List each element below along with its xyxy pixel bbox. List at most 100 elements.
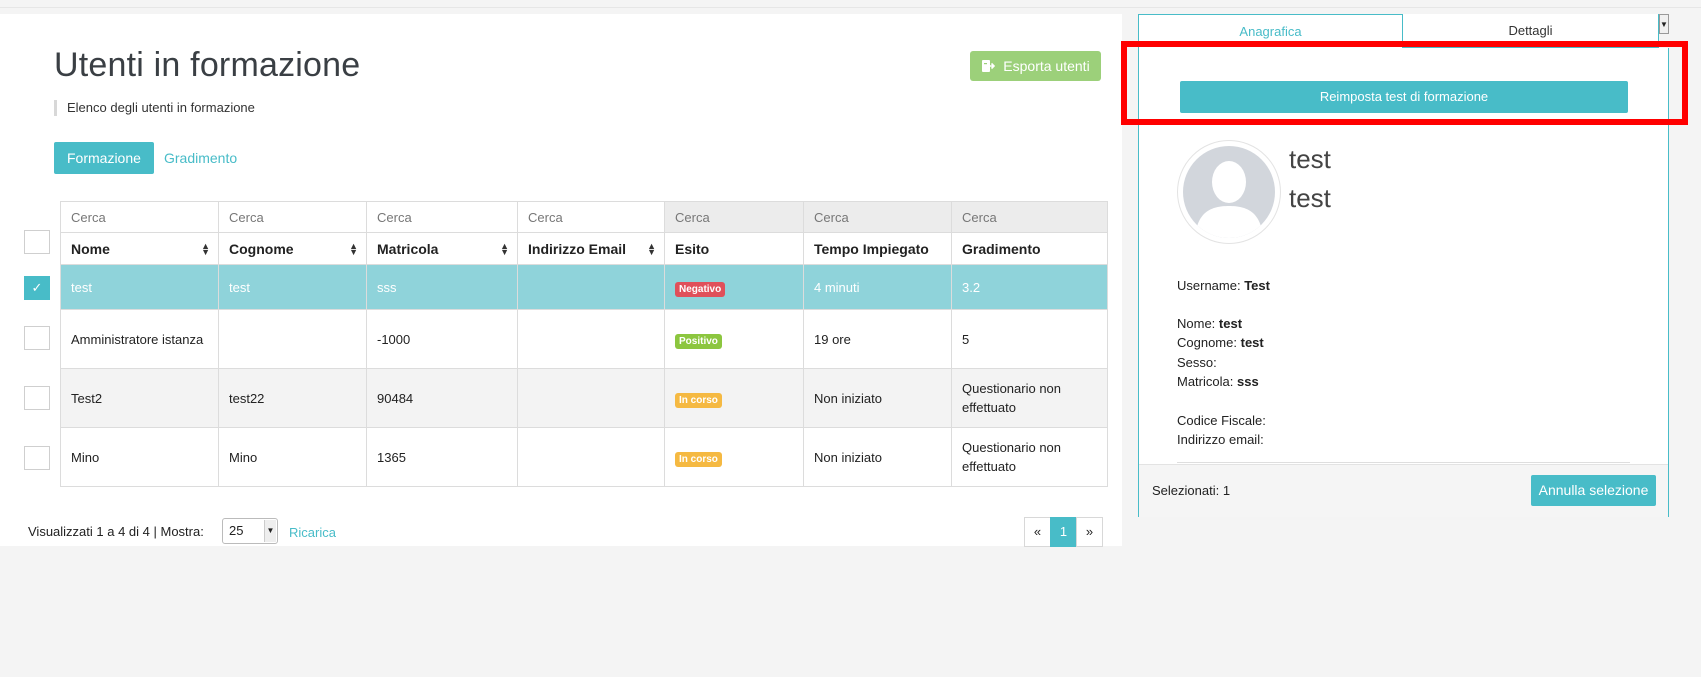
cell-tempo: 4 minuti bbox=[803, 264, 952, 310]
field-value: sss bbox=[1236, 374, 1259, 389]
cell-matricola: -1000 bbox=[366, 309, 518, 369]
sort-icon[interactable]: ▲ ▼ bbox=[500, 242, 509, 257]
selection-footer: Selezionati: 1 Annulla selezione bbox=[1139, 464, 1668, 517]
search-matricola-input[interactable]: Cerca bbox=[366, 201, 518, 233]
cell-gradimento: 5 bbox=[951, 309, 1108, 369]
next-page-button[interactable]: » bbox=[1076, 517, 1103, 547]
avatar bbox=[1177, 140, 1281, 244]
top-strip bbox=[0, 0, 1701, 8]
search-email-input[interactable]: Cerca bbox=[517, 201, 665, 233]
status-badge: In corso bbox=[675, 392, 722, 408]
highlight-box bbox=[1121, 41, 1688, 125]
export-users-label: Esporta utenti bbox=[1003, 58, 1090, 74]
cell-matricola: 1365 bbox=[366, 427, 518, 487]
cancel-selection-button[interactable]: Annulla selezione bbox=[1531, 475, 1656, 506]
cell-nome: test bbox=[60, 264, 219, 310]
field-label: Cognome: bbox=[1177, 335, 1237, 350]
column-header-email[interactable]: Indirizzo Email ▲ ▼ bbox=[517, 232, 665, 265]
row-checkbox[interactable] bbox=[24, 326, 50, 350]
field-label: Nome: bbox=[1177, 316, 1216, 331]
cell-esito: Negativo bbox=[664, 264, 804, 310]
cell-email bbox=[517, 427, 665, 487]
cognome-field: Cognome: test bbox=[1177, 335, 1264, 350]
tab-gradimento[interactable]: Gradimento bbox=[152, 142, 249, 174]
column-header-label: Matricola bbox=[377, 240, 439, 257]
cell-nome: Amministratore istanza bbox=[60, 309, 219, 369]
column-header-label: Cognome bbox=[229, 240, 294, 257]
cell-cognome: Mino bbox=[218, 427, 367, 487]
selected-count: Selezionati: 1 bbox=[1152, 483, 1231, 498]
search-cognome-input[interactable]: Cerca bbox=[218, 201, 367, 233]
cell-cognome: test22 bbox=[218, 368, 367, 428]
row-checkbox[interactable] bbox=[24, 446, 50, 470]
column-header-gradimento: Gradimento bbox=[951, 232, 1108, 265]
user-silhouette-icon bbox=[1183, 146, 1275, 238]
cell-matricola: sss bbox=[366, 264, 518, 310]
cell-email bbox=[517, 264, 665, 310]
cell-cognome: test bbox=[218, 264, 367, 310]
column-header-label: Indirizzo Email bbox=[528, 240, 627, 257]
users-table: Cerca Cerca Cerca Cerca Cerca Cerca Cerc… bbox=[60, 201, 1108, 487]
cell-tempo: 19 ore bbox=[803, 309, 952, 369]
cell-cognome bbox=[218, 309, 367, 369]
chevron-down-icon: ▼ bbox=[264, 520, 276, 542]
page-size-select[interactable]: 25 ▼ bbox=[222, 518, 278, 544]
table-row[interactable]: Amministratore istanza -1000 Positivo 19… bbox=[60, 309, 1108, 369]
chevron-down-icon[interactable]: ▼ bbox=[1659, 14, 1669, 34]
table-row[interactable]: test test sss Negativo 4 minuti 3.2 bbox=[60, 264, 1108, 310]
cell-nome: Test2 bbox=[60, 368, 219, 428]
cell-esito: In corso bbox=[664, 427, 804, 487]
page-title: Utenti in formazione bbox=[54, 46, 361, 84]
status-badge: Positivo bbox=[675, 333, 722, 349]
table-row[interactable]: Test2 test22 90484 In corso Non iniziato… bbox=[60, 368, 1108, 428]
header-row: Nome ▲ ▼ Cognome ▲ ▼ Matricola ▲ ▼ Indirizzo E… bbox=[60, 232, 1108, 265]
cell-esito: Positivo bbox=[664, 309, 804, 369]
page-size-value: 25 bbox=[229, 523, 244, 538]
field-label: Codice Fiscale: bbox=[1177, 413, 1266, 428]
row-checkbox[interactable]: ✓ bbox=[24, 276, 50, 300]
column-header-esito: Esito bbox=[664, 232, 804, 265]
sort-icon[interactable]: ▲ ▼ bbox=[647, 242, 656, 257]
divider bbox=[1177, 462, 1630, 463]
cell-esito: In corso bbox=[664, 368, 804, 428]
sort-icon[interactable]: ▲ ▼ bbox=[349, 242, 358, 257]
search-tempo-input[interactable]: Cerca bbox=[803, 201, 952, 233]
field-value: test bbox=[1218, 316, 1243, 331]
username-field: Username: Test bbox=[1177, 278, 1270, 293]
table-row[interactable]: Mino Mino 1365 In corso Non iniziato Que… bbox=[60, 427, 1108, 487]
search-gradimento-input[interactable]: Cerca bbox=[951, 201, 1108, 233]
pagination: « 1 » bbox=[1024, 517, 1103, 547]
sort-icon[interactable]: ▲ ▼ bbox=[201, 242, 210, 257]
column-header-cognome[interactable]: Cognome ▲ ▼ bbox=[218, 232, 367, 265]
export-users-button[interactable]: Esporta utenti bbox=[970, 51, 1101, 81]
column-header-nome[interactable]: Nome ▲ ▼ bbox=[60, 232, 219, 265]
cell-tempo: Non iniziato bbox=[803, 427, 952, 487]
nome-field: Nome: test bbox=[1177, 316, 1242, 331]
tab-formazione[interactable]: Formazione bbox=[54, 142, 154, 174]
page-subtitle: Elenco degli utenti in formazione bbox=[54, 100, 255, 116]
row-checkbox[interactable] bbox=[24, 386, 50, 410]
search-row: Cerca Cerca Cerca Cerca Cerca Cerca Cerc… bbox=[60, 201, 1108, 233]
cell-matricola: 90484 bbox=[366, 368, 518, 428]
user-last-name: test bbox=[1289, 183, 1331, 213]
select-all-checkbox[interactable] bbox=[24, 230, 50, 254]
field-value: test bbox=[1240, 335, 1264, 350]
search-nome-input[interactable]: Cerca bbox=[60, 201, 219, 233]
pagination-info: Visualizzati 1 a 4 di 4 | Mostra: bbox=[28, 524, 204, 539]
prev-page-button[interactable]: « bbox=[1024, 517, 1051, 547]
field-value: Test bbox=[1244, 278, 1270, 293]
email-field: Indirizzo email: bbox=[1177, 432, 1264, 447]
field-label: Sesso: bbox=[1177, 355, 1217, 370]
user-first-name: test bbox=[1289, 144, 1331, 174]
column-header-matricola[interactable]: Matricola ▲ ▼ bbox=[366, 232, 518, 265]
matricola-field: Matricola: sss bbox=[1177, 374, 1259, 389]
field-label: Matricola: bbox=[1177, 374, 1234, 389]
cell-tempo: Non iniziato bbox=[803, 368, 952, 428]
status-badge: Negativo bbox=[675, 281, 726, 297]
cell-email bbox=[517, 368, 665, 428]
cell-gradimento: 3.2 bbox=[951, 264, 1108, 310]
codice-fiscale-field: Codice Fiscale: bbox=[1177, 413, 1266, 428]
reload-link[interactable]: Ricarica bbox=[289, 525, 336, 540]
page-1-button[interactable]: 1 bbox=[1050, 517, 1077, 547]
search-esito-input[interactable]: Cerca bbox=[664, 201, 804, 233]
